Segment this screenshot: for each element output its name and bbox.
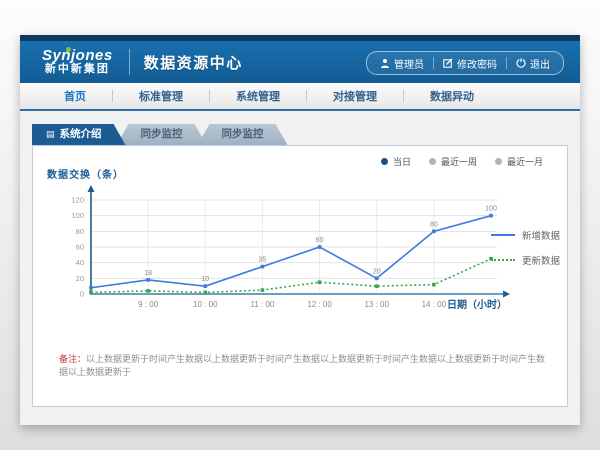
radio-icon [429,158,436,165]
legend-item-new-data: 新增数据 [491,228,560,242]
time-filter-group: 当日 最近一周 最近一月 [381,155,543,168]
app-window: Synjones 新中新集团 数据资源中心 管理员 修改密 [20,35,580,425]
edit-icon [443,58,453,68]
svg-text:100: 100 [485,206,497,213]
green-dotted-swatch [491,259,515,261]
company-logo: Synjones 新中新集团 [42,48,113,75]
time-filter-today-label: 当日 [393,155,411,168]
tab-system-intro[interactable]: ▤ 系统介绍 [32,124,126,145]
blue-line-swatch [491,234,515,236]
nav-item-home[interactable]: 首页 [38,88,112,104]
chart-y-axis-title: 数据交换（条） [47,166,124,181]
footnote: 备注：以上数据更新于时间产生数据以上数据更新于时间产生数据以上数据更新于时间产生… [59,353,551,378]
svg-text:13 : 00: 13 : 00 [364,300,389,309]
footnote-prefix: 备注： [59,354,86,364]
legend-updated-data-label: 更新数据 [522,253,560,267]
svg-text:18: 18 [144,270,152,277]
change-password-label: 修改密码 [457,56,497,71]
svg-text:12 : 00: 12 : 00 [307,300,332,309]
logout-button[interactable]: 退出 [507,56,559,71]
svg-text:14 : 00: 14 : 00 [422,300,447,309]
tab-sync-monitor-2[interactable]: 同步监控 [198,124,288,145]
header-actions-group: 管理员 修改密码 退出 [366,51,564,75]
logout-label: 退出 [530,56,550,71]
tab-bar: ▤ 系统介绍 同步监控 同步监控 [20,111,580,145]
legend-item-updated-data: 更新数据 [491,253,560,267]
svg-text:20: 20 [76,274,84,283]
time-filter-today[interactable]: 当日 [381,155,411,168]
content-area: ▤ 系统介绍 同步监控 同步监控 当日 最近一周 [20,111,580,425]
nav-item-interface-mgmt[interactable]: 对接管理 [307,88,403,104]
svg-text:100: 100 [71,211,84,220]
svg-text:40: 40 [76,258,84,267]
logo-primary-text: Synjones [42,48,113,64]
svg-text:60: 60 [316,237,324,244]
svg-text:0: 0 [80,290,84,299]
desktop-background: Synjones 新中新集团 数据资源中心 管理员 修改密 [0,0,600,450]
app-header: Synjones 新中新集团 数据资源中心 管理员 修改密 [20,41,580,83]
footnote-text: 以上数据更新于时间产生数据以上数据更新于时间产生数据以上数据更新于时间产生数据以… [59,354,545,377]
change-password-button[interactable]: 修改密码 [434,56,506,71]
main-nav: 首页 标准管理 系统管理 对接管理 数据异动 [20,83,580,111]
svg-text:10 : 00: 10 : 00 [193,300,218,309]
time-filter-last-month[interactable]: 最近一月 [495,155,543,168]
legend-new-data-label: 新增数据 [522,228,560,242]
nav-item-system-mgmt[interactable]: 系统管理 [210,88,306,104]
user-button-label: 管理员 [394,56,424,71]
tab-sync-monitor-1[interactable]: 同步监控 [117,124,207,145]
page-title: 数据资源中心 [144,52,243,73]
grid-icon: ▤ [46,130,55,139]
tab-system-intro-label: 系统介绍 [60,124,102,145]
svg-text:9 : 00: 9 : 00 [138,300,159,309]
svg-text:10: 10 [201,276,209,283]
svg-text:11 : 00: 11 : 00 [250,300,274,309]
logo-secondary-text: 新中新集团 [42,64,113,76]
svg-text:80: 80 [430,221,438,228]
radio-icon [495,158,502,165]
time-filter-last-week-label: 最近一周 [441,155,477,168]
svg-text:80: 80 [76,227,84,236]
chart-panel: 当日 最近一周 最近一月 数据交换（条） 0 20 40 60 80 100 120 9 : … [32,145,568,407]
header-divider [129,49,130,75]
user-button[interactable]: 管理员 [371,56,433,71]
radio-selected-icon [381,158,388,165]
svg-text:120: 120 [71,196,84,205]
user-icon [380,58,390,68]
svg-text:35: 35 [259,257,267,264]
line-chart: 0 20 40 60 80 100 120 9 : 00 10 : 00 11 : 00 12 : … [41,182,511,316]
nav-item-data-change[interactable]: 数据异动 [404,88,500,104]
chart-legend: 新增数据 更新数据 [491,228,560,267]
svg-text:60: 60 [76,243,84,252]
svg-text:20: 20 [373,268,381,275]
time-filter-last-month-label: 最近一月 [507,155,543,168]
power-icon [516,58,526,68]
chart-x-axis-title: 日期（小时） [447,296,507,311]
nav-item-standard-mgmt[interactable]: 标准管理 [113,88,209,104]
time-filter-last-week[interactable]: 最近一周 [429,155,477,168]
